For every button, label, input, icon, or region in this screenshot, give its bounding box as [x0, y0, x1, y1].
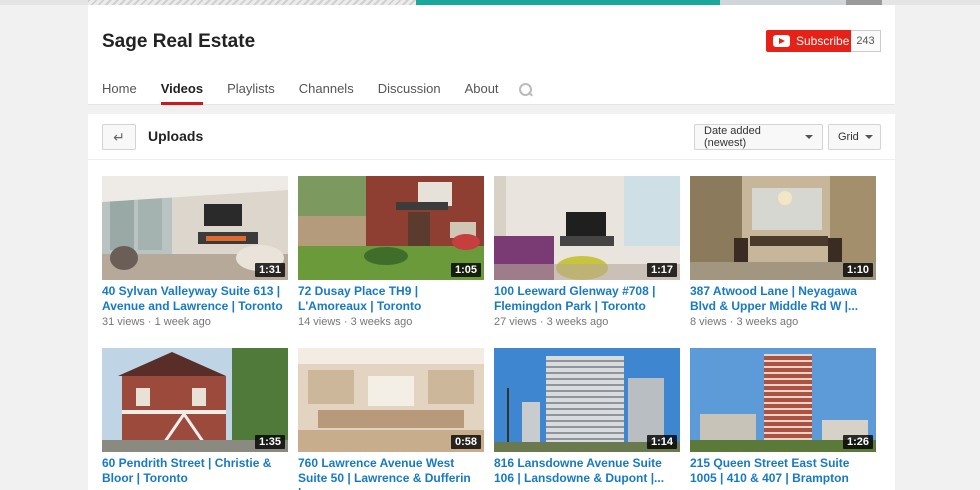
- tab-discussion[interactable]: Discussion: [378, 75, 441, 105]
- channel-title: Sage Real Estate: [102, 31, 256, 52]
- video-thumbnail[interactable]: 1:31: [102, 176, 288, 280]
- video-thumbnail[interactable]: 1:14: [494, 348, 680, 452]
- tab-playlists[interactable]: Playlists: [227, 75, 275, 105]
- shelf-toolbar: ↵ Uploads Date added (newest) Grid: [88, 114, 895, 160]
- video-views: 8 views: [690, 316, 727, 328]
- video-title-link[interactable]: 72 Dusay Place TH9 | L'Amoreaux | Toront…: [298, 284, 484, 314]
- video-duration: 1:35: [254, 435, 285, 449]
- tab-home[interactable]: Home: [102, 75, 137, 105]
- video-title-link[interactable]: 60 Pendrith Street | Christie & Bloor | …: [102, 456, 288, 486]
- video-duration: 0:58: [450, 435, 481, 449]
- back-arrow-icon: ↵: [113, 128, 125, 145]
- video-title-link[interactable]: 215 Queen Street East Suite 1005 | 410 &…: [690, 456, 876, 486]
- back-button[interactable]: ↵: [102, 124, 136, 150]
- video-duration: 1:31: [254, 263, 285, 277]
- search-icon[interactable]: [518, 83, 533, 97]
- video-thumbnail[interactable]: 1:17: [494, 176, 680, 280]
- subscribe-button[interactable]: Subscribe: [766, 30, 851, 52]
- video-thumbnail[interactable]: 1:10: [690, 176, 876, 280]
- channel-header: Sage Real Estate Subscribe 243 Home Vide…: [88, 5, 895, 105]
- video-title-link[interactable]: 816 Lansdowne Avenue Suite 106 | Lansdow…: [494, 456, 680, 486]
- view-label: Grid: [838, 131, 859, 143]
- channel-tabs: Home Videos Playlists Channels Discussio…: [102, 75, 533, 105]
- view-dropdown[interactable]: Grid: [828, 124, 881, 150]
- video-thumbnail[interactable]: 1:35: [102, 348, 288, 452]
- video-age: 3 weeks ago: [350, 316, 413, 328]
- youtube-play-icon: [773, 35, 790, 47]
- video-duration: 1:10: [842, 263, 873, 277]
- video-meta: 31 views · 1 week ago: [102, 316, 211, 328]
- video-duration: 1:05: [450, 263, 481, 277]
- video-meta: 14 views · 3 weeks ago: [298, 316, 413, 328]
- tab-about[interactable]: About: [465, 75, 499, 105]
- shelf-title: Uploads: [148, 128, 204, 144]
- video-thumbnail[interactable]: 0:58: [298, 348, 484, 452]
- video-views: 27 views: [494, 316, 537, 328]
- video-title-link[interactable]: 100 Leeward Glenway #708 | Flemingdon Pa…: [494, 284, 680, 314]
- subscribe-label: Subscribe: [796, 34, 850, 48]
- video-meta: 27 views · 3 weeks ago: [494, 316, 609, 328]
- video-title-link[interactable]: 760 Lawrence Avenue West Suite 50 | Lawr…: [298, 456, 484, 490]
- tab-channels[interactable]: Channels: [299, 75, 354, 105]
- video-age: 3 weeks ago: [546, 316, 609, 328]
- video-thumbnail[interactable]: 1:26: [690, 348, 876, 452]
- caret-down-icon: [864, 135, 873, 139]
- video-duration: 1:14: [646, 435, 677, 449]
- video-title-link[interactable]: 387 Atwood Lane | Neyagawa Blvd & Upper …: [690, 284, 876, 314]
- video-views: 31 views: [102, 316, 145, 328]
- video-title-link[interactable]: 40 Sylvan Valleyway Suite 613 | Avenue a…: [102, 284, 288, 314]
- video-meta: 8 views · 3 weeks ago: [690, 316, 799, 328]
- video-views: 14 views: [298, 316, 341, 328]
- video-duration: 1:26: [842, 435, 873, 449]
- subscriber-count: 243: [851, 30, 881, 52]
- caret-down-icon: [805, 135, 813, 139]
- sort-label: Date added (newest): [704, 125, 761, 149]
- videos-content: ↵ Uploads Date added (newest) Grid 1:31 …: [88, 114, 895, 490]
- tab-videos[interactable]: Videos: [160, 75, 204, 105]
- video-thumbnail[interactable]: 1:05: [298, 176, 484, 280]
- sort-dropdown[interactable]: Date added (newest): [694, 124, 823, 150]
- video-age: 1 week ago: [154, 316, 211, 328]
- video-duration: 1:17: [646, 263, 677, 277]
- video-age: 3 weeks ago: [736, 316, 799, 328]
